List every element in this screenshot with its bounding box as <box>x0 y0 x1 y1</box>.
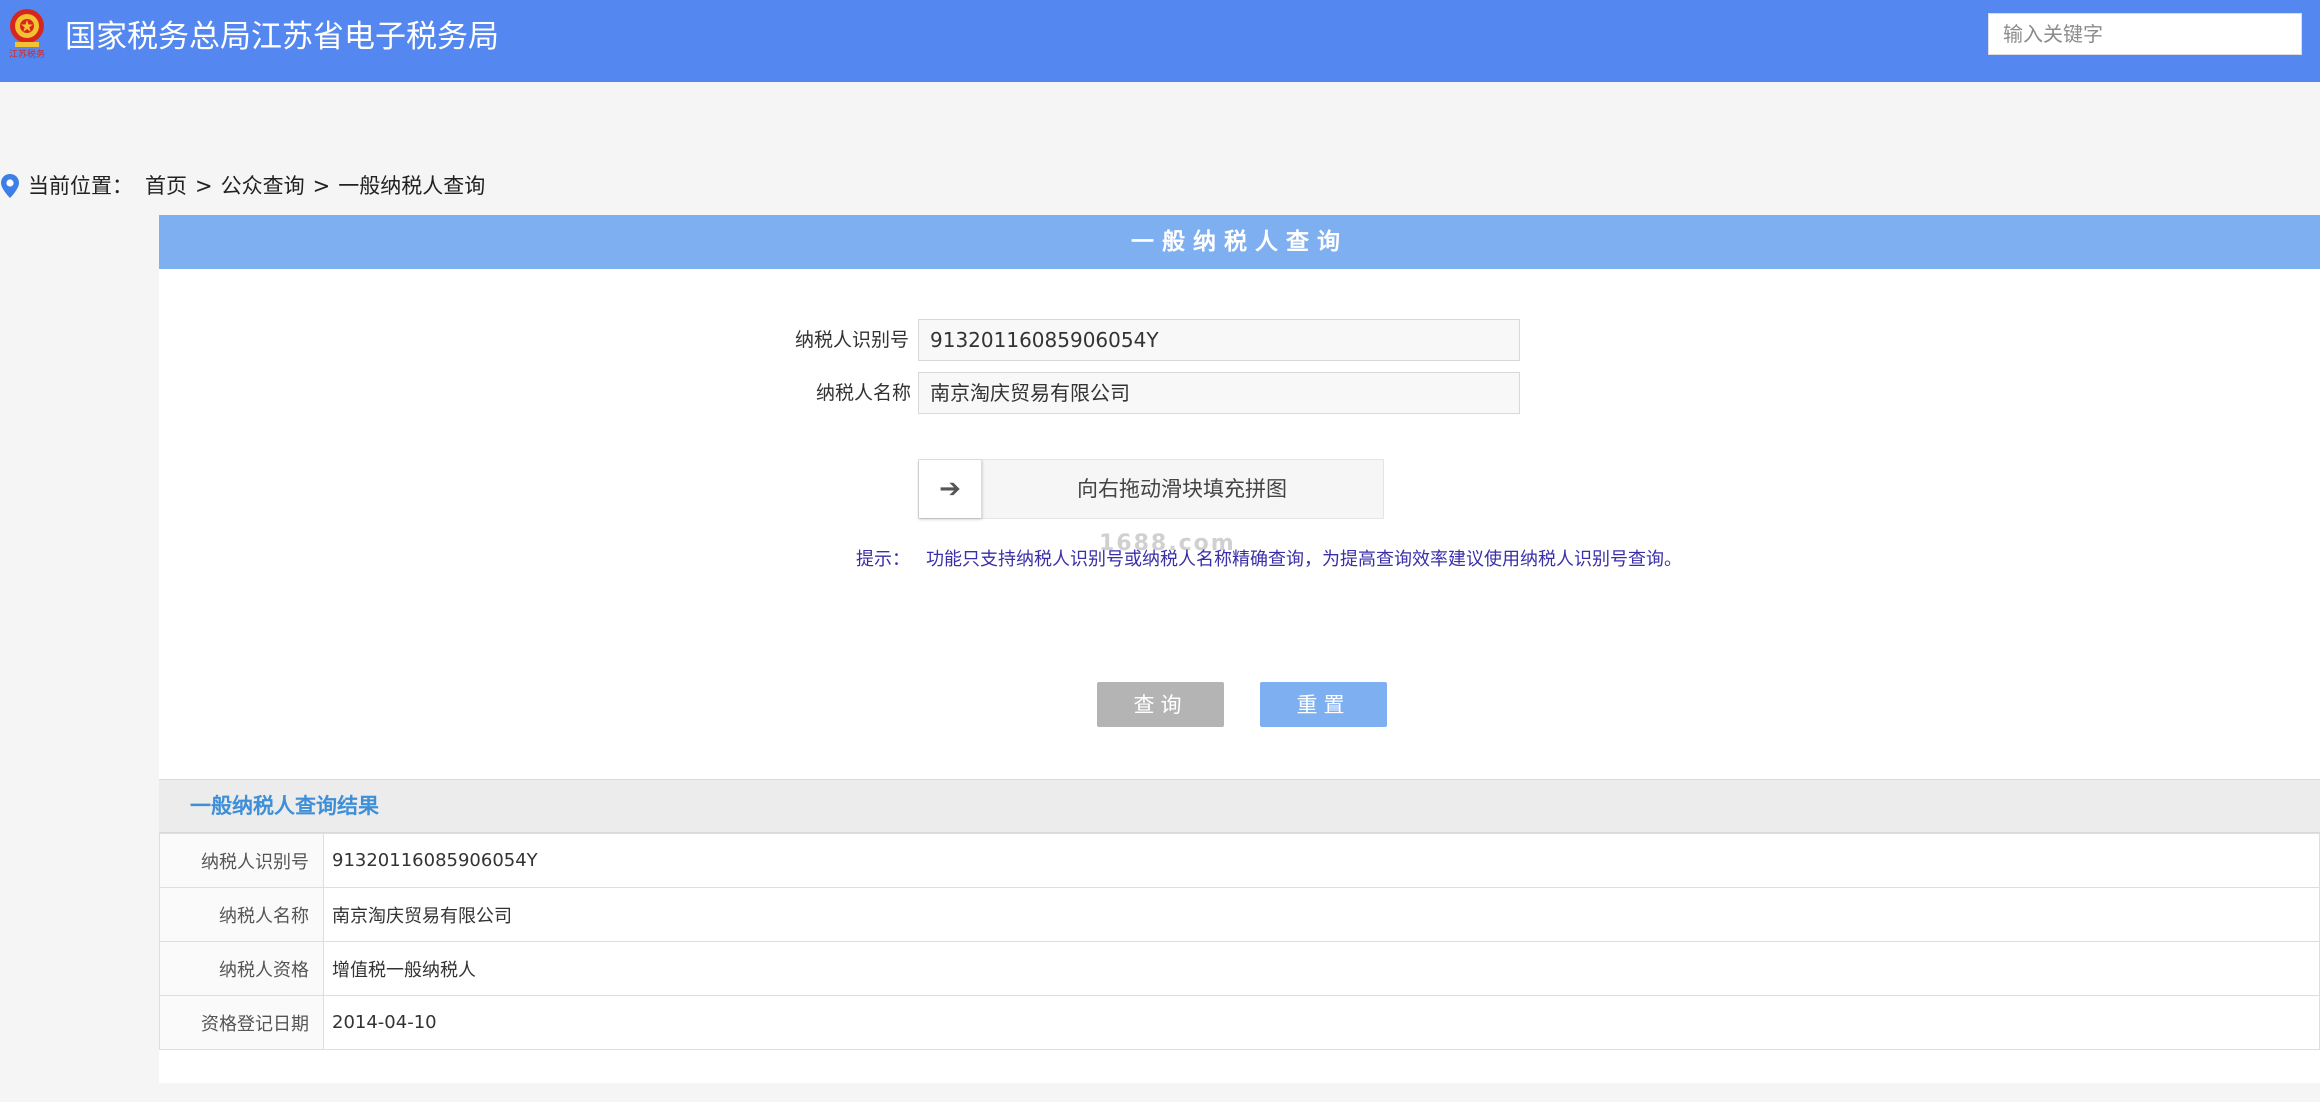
hint-message: 功能只支持纳税人识别号或纳税人名称精确查询，为提高查询效率建议使用纳税人识别号查… <box>926 549 1682 570</box>
hint-text: 提示： 功能只支持纳税人识别号或纳税人名称精确查询，为提高查询效率建议使用纳税人识… <box>856 545 1682 575</box>
result-value: 91320116085906054Y <box>323 833 2320 888</box>
taxpayer-id-field[interactable]: 91320116085906054Y <box>918 319 1520 361</box>
top-bar: 江苏税务 国家税务总局江苏省电子税务局 <box>0 0 2320 82</box>
reset-button[interactable]: 重置 <box>1260 682 1387 727</box>
search-input[interactable] <box>1988 13 2302 55</box>
query-panel: 一般纳税人查询 纳税人识别号（社会信用代码） 91320116085906054… <box>159 215 2320 1083</box>
slider-handle[interactable]: ➔ <box>919 460 982 518</box>
table-row: 资格登记日期 2014-04-10 <box>159 995 2320 1050</box>
result-value: 南京淘庆贸易有限公司 <box>323 887 2320 942</box>
result-header: 一般纳税人查询结果 <box>159 779 2320 833</box>
breadcrumb-home[interactable]: 首页 <box>145 168 187 204</box>
query-button[interactable]: 查询 <box>1097 682 1224 727</box>
table-row: 纳税人名称 南京淘庆贸易有限公司 <box>159 887 2320 942</box>
breadcrumb-separator: > <box>195 174 213 198</box>
breadcrumb-public-query[interactable]: 公众查询 <box>221 168 305 204</box>
result-key: 资格登记日期 <box>159 995 324 1050</box>
breadcrumb-label: 当前位置： <box>28 174 133 198</box>
taxpayer-name-label: 纳税人名称 <box>815 382 911 404</box>
site-title[interactable]: 国家税务总局江苏省电子税务局 <box>65 17 499 57</box>
result-key: 纳税人名称 <box>159 887 324 942</box>
result-key: 纳税人识别号 <box>159 833 324 888</box>
table-row: 纳税人识别号 91320116085906054Y <box>159 833 2320 888</box>
logo-caption: 江苏税务 <box>8 50 45 60</box>
arrow-right-icon: ➔ <box>939 474 961 504</box>
taxpayer-name-field[interactable]: 南京淘庆贸易有限公司 <box>918 372 1520 414</box>
result-value: 增值税一般纳税人 <box>323 941 2320 996</box>
panel-heading: 一般纳税人查询 <box>159 215 2320 269</box>
slider-instruction: 向右拖动滑块填充拼图 <box>1077 477 1287 501</box>
breadcrumb: 当前位置： 首页 > 公众查询 > 一般纳税人查询 <box>0 166 2320 206</box>
hint-label: 提示： <box>856 549 910 570</box>
result-table: 纳税人识别号 91320116085906054Y 纳税人名称 南京淘庆贸易有限… <box>159 833 2320 1050</box>
result-key: 纳税人资格 <box>159 941 324 996</box>
result-title: 一般纳税人查询结果 <box>190 794 379 818</box>
breadcrumb-current: 一般纳税人查询 <box>338 174 486 198</box>
table-row: 纳税人资格 增值税一般纳税人 <box>159 941 2320 996</box>
breadcrumb-separator: > <box>312 174 331 198</box>
result-value: 2014-04-10 <box>323 995 2320 1050</box>
captcha-slider[interactable]: ➔ 向右拖动滑块填充拼图 <box>918 459 1384 519</box>
location-pin-icon <box>1 174 19 198</box>
